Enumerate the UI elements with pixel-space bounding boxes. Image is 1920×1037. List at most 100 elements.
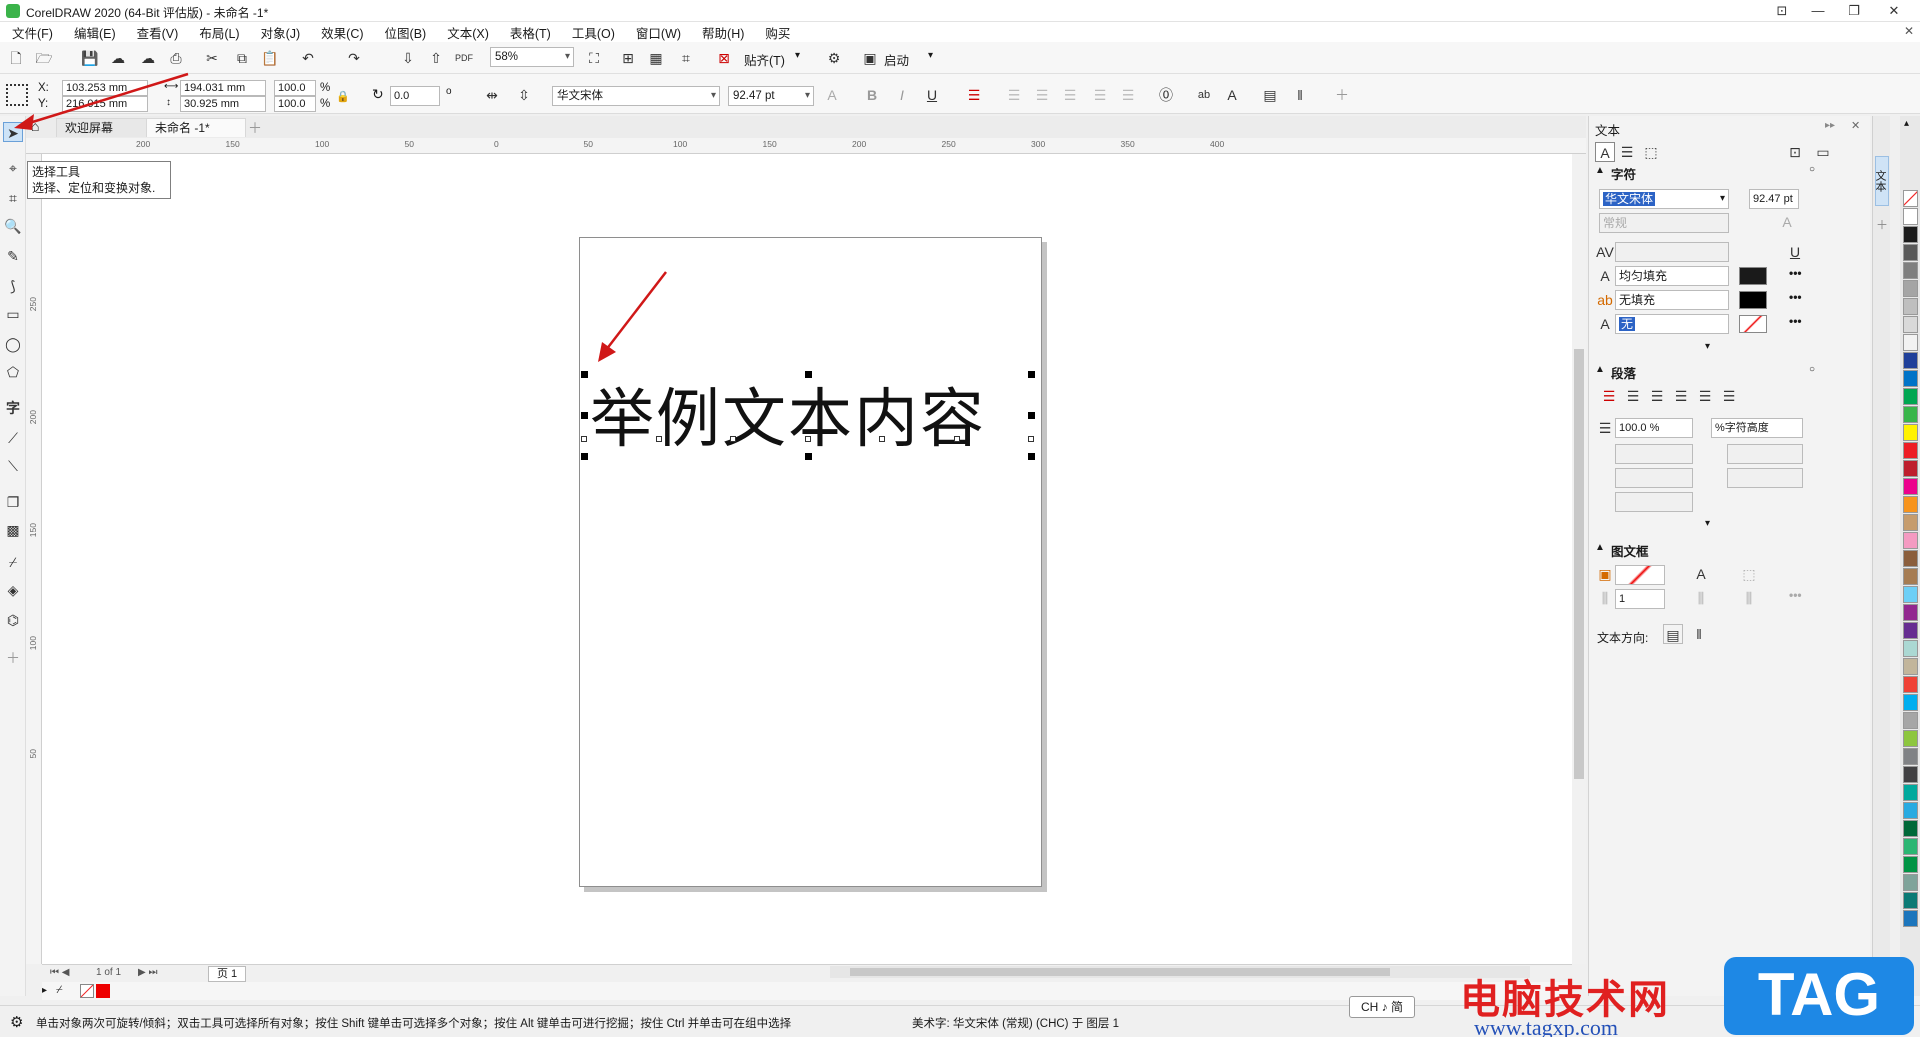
vertical-ruler[interactable]: 30025020015010050: [26, 154, 42, 964]
align-right-icon[interactable]: ☰: [1671, 386, 1691, 406]
page-tab-1[interactable]: 页 1: [208, 966, 247, 982]
vertical-scrollbar[interactable]: [1572, 154, 1586, 964]
selection-handle[interactable]: [804, 453, 812, 460]
docker-font-select[interactable]: 华文宋体 ▾: [1599, 189, 1729, 209]
transparency-icon[interactable]: ▩: [3, 520, 23, 540]
palette-swatch[interactable]: [1903, 658, 1918, 675]
snap-dropdown-icon[interactable]: ▾: [795, 50, 800, 61]
menu-item[interactable]: 编辑(E): [74, 23, 116, 42]
paste-icon[interactable]: 📋: [260, 48, 280, 68]
smart-fill-icon[interactable]: ⌬: [3, 610, 23, 630]
palette-swatch[interactable]: [1903, 316, 1918, 333]
palette-swatch[interactable]: [1903, 460, 1918, 477]
drop-shadow-icon[interactable]: ❐: [3, 492, 23, 512]
palette-swatch[interactable]: [1903, 352, 1918, 369]
menu-item[interactable]: 工具(O): [572, 23, 615, 42]
palette-swatch[interactable]: [1903, 694, 1918, 711]
launch-menu[interactable]: 启动: [884, 50, 909, 69]
rulers-icon[interactable]: ⊞: [618, 48, 638, 68]
palette-swatch[interactable]: [1903, 280, 1918, 297]
font-style-select[interactable]: 常规: [1599, 213, 1729, 233]
palette-swatch[interactable]: [1903, 730, 1918, 747]
italic-icon[interactable]: I: [892, 85, 912, 105]
docker-view-icon[interactable]: ▭: [1813, 142, 1833, 162]
palette-swatch[interactable]: [1903, 388, 1918, 405]
fill-more-icon[interactable]: •••: [1789, 266, 1802, 280]
palette-up-icon[interactable]: ▴: [1904, 118, 1909, 129]
selection-handle[interactable]: [581, 412, 588, 419]
new-tab-icon[interactable]: ＋: [248, 118, 262, 138]
scale-height-field[interactable]: 100.0: [274, 96, 316, 112]
horizontal-ruler[interactable]: 200 150 100 50 0 50 100 150 200 250 300 350 400: [26, 138, 1586, 154]
character-node[interactable]: [581, 436, 587, 442]
guides-icon[interactable]: ⌗: [676, 48, 696, 68]
ime-indicator[interactable]: CH ♪ 简: [1349, 996, 1415, 1018]
vertical-scroll-thumb[interactable]: [1574, 349, 1584, 779]
palette-swatch[interactable]: [1903, 334, 1918, 351]
shape-tool-icon[interactable]: ⌖: [3, 158, 23, 178]
full-screen-icon[interactable]: ⛶: [584, 48, 604, 68]
palette-swatch[interactable]: [1903, 802, 1918, 819]
last-page-icon[interactable]: ▶ ⏭: [138, 967, 157, 978]
zoom-tool-icon[interactable]: 🔍: [3, 216, 23, 236]
restore-help-icon[interactable]: ⊡: [1764, 0, 1800, 22]
column-settings-icon[interactable]: ⫼: [1691, 588, 1711, 608]
fill-type-select[interactable]: 均匀填充: [1615, 266, 1729, 286]
text-tool-icon[interactable]: 字: [3, 398, 23, 418]
horizontal-direction-icon[interactable]: ▤: [1663, 624, 1683, 644]
menu-item[interactable]: 位图(B): [385, 23, 427, 42]
menu-item[interactable]: 帮助(H): [702, 23, 744, 42]
freehand-tool-icon[interactable]: ✎: [3, 246, 23, 266]
palette-swatch[interactable]: [1903, 442, 1918, 459]
outline-select[interactable]: 无: [1615, 314, 1729, 334]
docker-close-icon[interactable]: ✕: [1851, 119, 1860, 132]
menu-item[interactable]: 查看(V): [137, 23, 179, 42]
background-more-icon[interactable]: •••: [1789, 290, 1802, 304]
palette-swatch[interactable]: [1903, 874, 1918, 891]
horizontal-scroll-thumb[interactable]: [850, 968, 1390, 976]
menu-item[interactable]: 文件(F): [12, 23, 53, 42]
polygon-tool-icon[interactable]: ⬠: [3, 362, 23, 382]
underline-option-icon[interactable]: U: [1785, 242, 1805, 262]
menu-item[interactable]: 布局(L): [199, 23, 239, 42]
vertical-direction-icon[interactable]: ‖: [1689, 624, 1709, 644]
palette-swatch[interactable]: [1903, 226, 1918, 243]
horizontal-scrollbar[interactable]: [830, 966, 1530, 978]
font-family-select[interactable]: 华文宋体: [552, 86, 720, 106]
interactive-fill-icon[interactable]: ◈: [3, 580, 23, 600]
menu-item[interactable]: 表格(T): [510, 23, 551, 42]
char-collapse-icon[interactable]: ▲: [1595, 165, 1605, 176]
selection-handle[interactable]: [1028, 453, 1035, 460]
palette-swatch[interactable]: [1903, 748, 1918, 765]
first-page-icon[interactable]: ⏮ ◀: [50, 967, 69, 978]
font-scale-icon[interactable]: A: [1777, 212, 1797, 232]
frame-collapse-icon[interactable]: ▲: [1595, 542, 1605, 553]
add-tool-icon[interactable]: ＋: [3, 648, 23, 668]
connector-tool-icon[interactable]: ⟍: [3, 456, 23, 476]
docker-font-size[interactable]: 92.47 pt: [1749, 189, 1799, 209]
indent-left-field[interactable]: [1727, 444, 1803, 464]
space-before-field[interactable]: [1615, 468, 1693, 488]
line-spacing-field[interactable]: 100.0 %: [1615, 418, 1693, 438]
character-node[interactable]: [1028, 436, 1034, 442]
pdf-icon[interactable]: PDF: [454, 48, 474, 68]
selection-handle[interactable]: [1028, 371, 1035, 378]
close-button[interactable]: ✕: [1876, 0, 1912, 22]
bold-icon[interactable]: B: [862, 85, 882, 105]
menu-item[interactable]: 对象(J): [261, 23, 301, 42]
palette-swatch[interactable]: [1903, 298, 1918, 315]
settings-gear-icon[interactable]: ⚙: [10, 1013, 23, 1031]
red-swatch[interactable]: [96, 984, 110, 998]
palette-swatch[interactable]: [1903, 532, 1918, 549]
para-expand-icon[interactable]: ▾: [1705, 518, 1710, 529]
palette-swatch[interactable]: [1903, 496, 1918, 513]
add-icon[interactable]: ＋: [1332, 85, 1352, 105]
palette-swatch[interactable]: [1903, 604, 1918, 621]
options-gear-icon[interactable]: ⚙: [824, 48, 844, 68]
palette-swatch[interactable]: [1903, 892, 1918, 909]
docker-side-tab-text[interactable]: 文本: [1874, 156, 1889, 206]
char-expand-icon[interactable]: ▾: [1705, 341, 1710, 352]
align-center-icon[interactable]: ☰: [1647, 386, 1667, 406]
text-scale-icon[interactable]: A: [822, 85, 842, 105]
export-icon[interactable]: ⇧: [426, 48, 446, 68]
